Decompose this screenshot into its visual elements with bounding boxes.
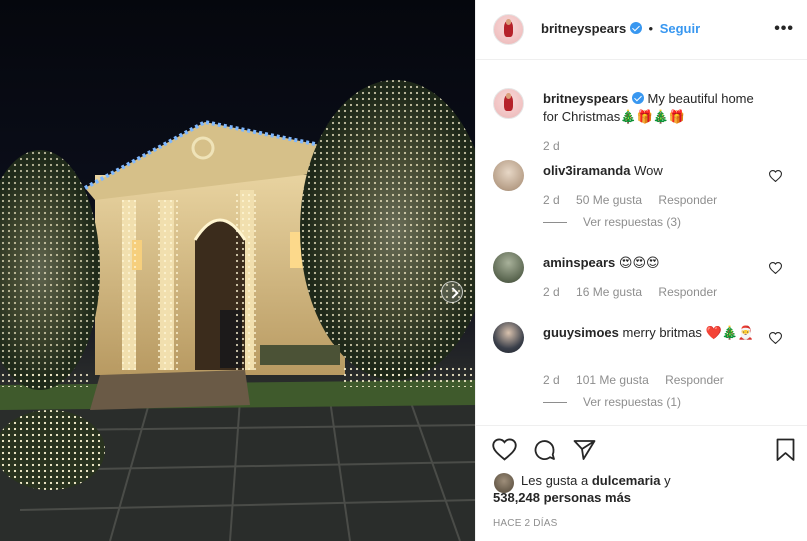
next-photo-button[interactable]: [441, 281, 463, 303]
comment-likes[interactable]: 101 Me gusta: [576, 373, 649, 387]
comment-item: aminspears 😍😍😍 2 d 16 Me gusta Responder: [476, 248, 807, 308]
post-photo[interactable]: [0, 0, 475, 541]
comment-like-heart-icon[interactable]: [769, 170, 782, 182]
view-replies-button[interactable]: Ver respuestas (3): [543, 215, 681, 229]
post-timestamp[interactable]: HACE 2 DÍAS: [493, 518, 557, 529]
caption-meta: 2 d: [543, 139, 573, 153]
comment-like-heart-icon[interactable]: [769, 332, 782, 344]
caption-avatar[interactable]: [493, 88, 524, 119]
header-user-line: britneyspears • Seguir: [541, 21, 700, 36]
comment-time[interactable]: 2 d: [543, 373, 560, 387]
heart-icon[interactable]: [492, 438, 517, 461]
post-side-panel: britneyspears • Seguir ••• britneyspears…: [475, 0, 807, 541]
comment-username[interactable]: guuysimoes: [543, 325, 619, 340]
author-username[interactable]: britneyspears: [541, 21, 626, 36]
comment-username[interactable]: aminspears: [543, 255, 615, 270]
caption: britneyspears My beautiful home for Chri…: [476, 84, 807, 154]
bookmark-icon[interactable]: [775, 438, 796, 462]
author-avatar[interactable]: [493, 14, 524, 45]
view-replies-button[interactable]: Ver respuestas (1): [543, 395, 681, 409]
caption-time[interactable]: 2 d: [543, 139, 560, 153]
commenter-avatar[interactable]: [493, 160, 524, 191]
post-actions-section: Les gusta a dulcemaria y 538,248 persona…: [476, 425, 807, 541]
comment-username[interactable]: oliv3iramanda: [543, 163, 630, 178]
reply-button[interactable]: Responder: [658, 193, 717, 207]
comment-item: oliv3iramanda Wow 2 d 50 Me gusta Respon…: [476, 156, 807, 236]
reply-button[interactable]: Responder: [665, 373, 724, 387]
follow-button[interactable]: Seguir: [660, 21, 700, 36]
likes-prefix: Les gusta a: [521, 473, 589, 488]
comment-time[interactable]: 2 d: [543, 193, 560, 207]
comment-meta: 2 d 101 Me gusta Responder: [543, 373, 737, 387]
commenter-avatar[interactable]: [493, 322, 524, 353]
reply-button[interactable]: Responder: [658, 285, 717, 299]
caption-text-block: britneyspears My beautiful home for Chri…: [543, 90, 771, 127]
comment-text-block: aminspears 😍😍😍: [543, 254, 771, 273]
comment-like-heart-icon[interactable]: [769, 262, 782, 274]
comment-text-block: guuysimoes merry britmas ❤️🎄🎅: [543, 324, 771, 343]
comment-emojis: ❤️🎄🎅: [705, 326, 755, 341]
caption-username[interactable]: britneyspears: [543, 91, 628, 106]
verified-badge-icon: [629, 22, 642, 34]
likes-suffix: y: [664, 473, 671, 488]
commenter-avatar[interactable]: [493, 252, 524, 283]
more-options-button[interactable]: •••: [774, 20, 794, 38]
house-christmas-lights-image: [0, 80, 475, 541]
share-icon[interactable]: [572, 438, 597, 462]
comment-item: guuysimoes merry britmas ❤️🎄🎅 2 d 101 Me…: [476, 318, 807, 414]
comment-time[interactable]: 2 d: [543, 285, 560, 299]
separator: •: [648, 21, 654, 36]
verified-badge-icon: [631, 92, 644, 104]
comment-text: Wow: [634, 163, 663, 178]
comment-text: 😍😍😍: [618, 256, 660, 271]
comment-text-block: oliv3iramanda Wow: [543, 162, 771, 180]
likes-count-button[interactable]: 538,248 personas más: [493, 490, 631, 505]
comment-likes[interactable]: 50 Me gusta: [576, 193, 642, 207]
comment-meta: 2 d 16 Me gusta Responder: [543, 285, 730, 299]
comment-likes[interactable]: 16 Me gusta: [576, 285, 642, 299]
caption-emojis: 🎄🎁🎄🎁: [620, 110, 686, 125]
likes-summary: Les gusta a dulcemaria y: [521, 472, 731, 490]
comment-icon[interactable]: [532, 438, 557, 462]
liker-username[interactable]: dulcemaria: [592, 473, 661, 488]
comment-text: merry britmas: [622, 325, 702, 340]
post-header: britneyspears • Seguir •••: [476, 0, 807, 60]
comment-meta: 2 d 50 Me gusta Responder: [543, 193, 730, 207]
